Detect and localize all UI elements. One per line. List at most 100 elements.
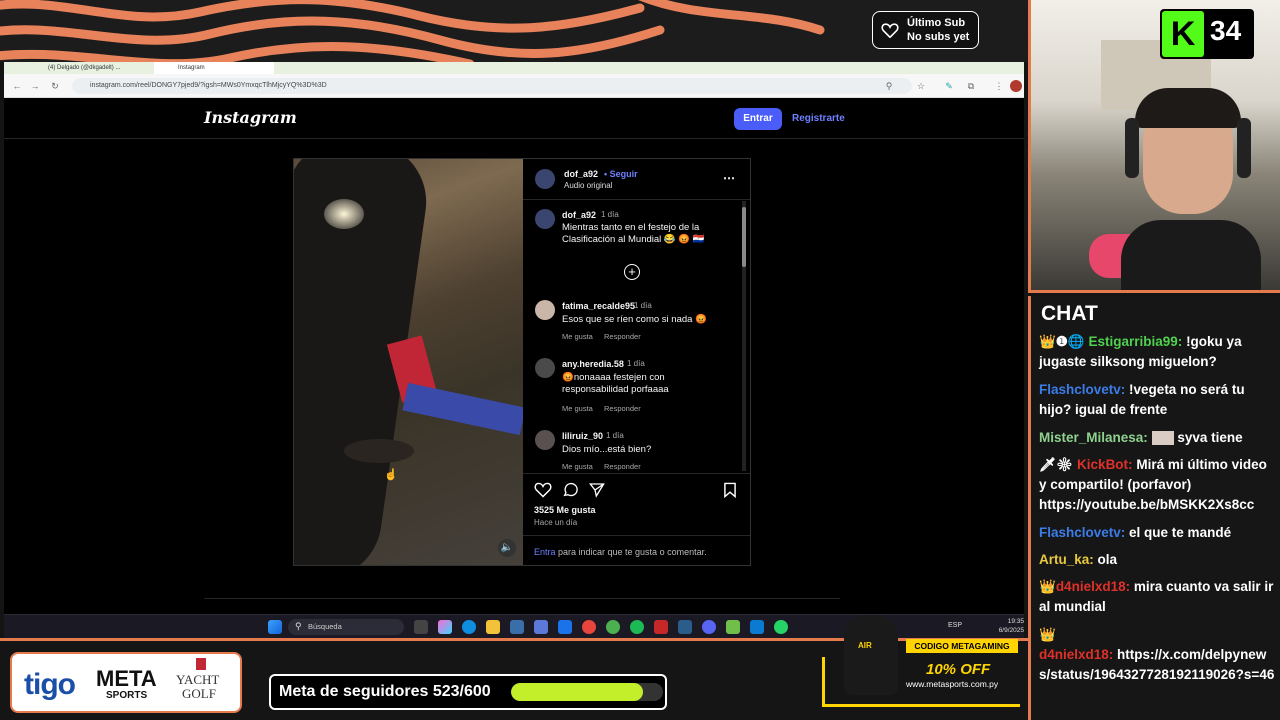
chat-username[interactable]: d4nielxd18: [1056, 579, 1130, 594]
clock-time: 19:35 [1007, 618, 1024, 625]
comment-avatar[interactable] [535, 358, 555, 378]
chat-username[interactable]: Artu_ka: [1039, 552, 1094, 567]
language-indicator[interactable]: ESP [948, 622, 962, 629]
follower-goal: Meta de seguidores 523/600 [269, 674, 667, 710]
menu-icon[interactable]: ⋮ [994, 80, 1004, 92]
streamer-shirt [1121, 220, 1261, 290]
login-prompt-link[interactable]: Entra [534, 547, 556, 557]
reload-icon[interactable]: ↻ [50, 80, 60, 92]
clock[interactable]: 19:35 6/9/2025 [990, 617, 1024, 635]
reel-post: 🔈 dof_a92 • Seguir Audio original ⋯ dof_… [293, 158, 751, 566]
task-view-icon[interactable] [414, 620, 428, 634]
scrollbar-thumb[interactable] [742, 207, 746, 267]
author-avatar[interactable] [535, 169, 555, 189]
zoom-icon[interactable]: ⚲ [884, 80, 894, 92]
browser-tab[interactable]: (4) Delgado (@dkgadelt) ... [24, 62, 144, 74]
explorer-icon[interactable] [486, 620, 500, 634]
store-icon[interactable] [534, 620, 548, 634]
comment-avatar[interactable] [535, 300, 555, 320]
more-options-icon[interactable]: ⋯ [723, 171, 735, 185]
reel-video[interactable]: 🔈 [294, 159, 523, 565]
chat-username[interactable]: d4nielxd18: [1039, 647, 1113, 662]
follow-link[interactable]: • Seguir [604, 169, 638, 179]
extension-icon[interactable]: ✎ [944, 80, 954, 92]
likes-count[interactable]: 3525 Me gusta [534, 505, 596, 515]
comment-icon[interactable] [561, 482, 579, 498]
chat-text: ola [1097, 552, 1118, 567]
comment-like[interactable]: Me gusta [562, 332, 593, 341]
comment-reply[interactable]: Responder [604, 332, 641, 341]
comment-username[interactable]: liliruiz_90 [562, 431, 603, 441]
comment-like[interactable]: Me gusta [562, 462, 593, 471]
chat-username[interactable]: Mister_Milanesa: [1039, 430, 1148, 445]
login-button[interactable]: Entrar [734, 108, 782, 130]
last-sub-box: Último Sub No subs yet [872, 11, 979, 49]
steam-icon[interactable] [678, 620, 692, 634]
register-link[interactable]: Registrarte [792, 108, 845, 130]
audio-label[interactable]: Audio original [564, 181, 612, 190]
search-icon: ⚲ [295, 621, 302, 631]
caption-time: 1 día [601, 210, 619, 219]
yacht-club-emblem [196, 658, 206, 670]
chat-message: Artu_ka: ola [1039, 550, 1275, 570]
author-username[interactable]: dof_a92 [564, 169, 598, 179]
start-icon[interactable] [268, 620, 282, 634]
volume-icon[interactable]: 🔈 [498, 539, 516, 557]
app-icon[interactable] [726, 620, 740, 634]
browser-tab-active[interactable]: Instagram [154, 62, 274, 74]
chat-username[interactable]: KickBot: [1077, 457, 1133, 472]
vscode-icon[interactable] [750, 620, 764, 634]
back-icon[interactable]: ← [12, 80, 22, 92]
promo-banner: AIR CODIGO METAGAMING 10% OFF www.metasp… [822, 615, 1020, 709]
instagram-logo[interactable]: Instagram [204, 108, 297, 127]
forward-icon[interactable]: → [30, 80, 40, 92]
backpack-brand: AIR [858, 641, 872, 650]
like-heart-icon[interactable] [534, 482, 552, 498]
backpack-image: AIR [844, 615, 898, 695]
caption-username[interactable]: dof_a92 [562, 210, 596, 220]
tigo-logo: tigo [24, 668, 76, 701]
comment-reply[interactable]: Responder [604, 462, 641, 471]
chat-badges: 👑 [1039, 579, 1056, 594]
chat-username[interactable]: Flashclovetv: [1039, 382, 1125, 397]
edge-icon[interactable] [462, 620, 476, 634]
kick-count: 34 [1210, 15, 1242, 46]
profile-avatar[interactable] [1010, 80, 1022, 92]
comment-username[interactable]: fatima_recalde95 [562, 301, 635, 311]
chat-message: 👑 d4nielxd18: https://x.com/delpynews/sta… [1039, 625, 1275, 685]
comments-scrollbar[interactable] [742, 201, 746, 471]
goal-label: Meta de seguidores 523/600 [279, 683, 491, 700]
app-icon[interactable] [654, 620, 668, 634]
footer-divider [204, 598, 840, 599]
extensions-icon[interactable]: ⧉ [966, 80, 976, 92]
sponsor-logos: tigo META SPORTS YACHT GOLF [10, 652, 242, 713]
comment-username[interactable]: any.heredia.58 [562, 359, 624, 369]
outlook-icon[interactable] [558, 620, 572, 634]
chrome-icon[interactable] [582, 620, 596, 634]
whatsapp-icon[interactable] [774, 620, 788, 634]
bookmark-icon[interactable] [723, 482, 737, 498]
share-icon[interactable] [588, 482, 606, 498]
taskbar-search[interactable]: Búsqueda [288, 619, 404, 635]
chrome-profile-icon[interactable] [606, 620, 620, 634]
calculator-icon[interactable] [510, 620, 524, 634]
chat-username[interactable]: Estigarribia99: [1089, 334, 1183, 349]
comment-reply[interactable]: Responder [604, 404, 641, 413]
address-bar[interactable]: instagram.com/reel/DONGY7pjed9/?igsh=MWs… [72, 78, 912, 94]
copilot-icon[interactable] [438, 620, 452, 634]
mouse-cursor-icon: ☝ [384, 469, 398, 481]
comment-avatar[interactable] [535, 430, 555, 450]
comment-like[interactable]: Me gusta [562, 404, 593, 413]
kick-badge: K 34 [1160, 9, 1254, 59]
caption-avatar[interactable] [535, 209, 555, 229]
meta-sports-logo: META [96, 666, 157, 691]
discord-icon[interactable] [702, 620, 716, 634]
comment-time: 1 día [606, 431, 624, 440]
load-more-icon[interactable]: + [624, 264, 640, 280]
kick-logo: K [1162, 11, 1204, 57]
goal-progress-bar [511, 683, 663, 701]
spotify-icon[interactable] [630, 620, 644, 634]
chat-username[interactable]: Flashclovetv: [1039, 525, 1125, 540]
bottom-overlay: tigo META SPORTS YACHT GOLF Meta de segu… [0, 615, 1028, 720]
star-icon[interactable]: ☆ [916, 80, 926, 92]
